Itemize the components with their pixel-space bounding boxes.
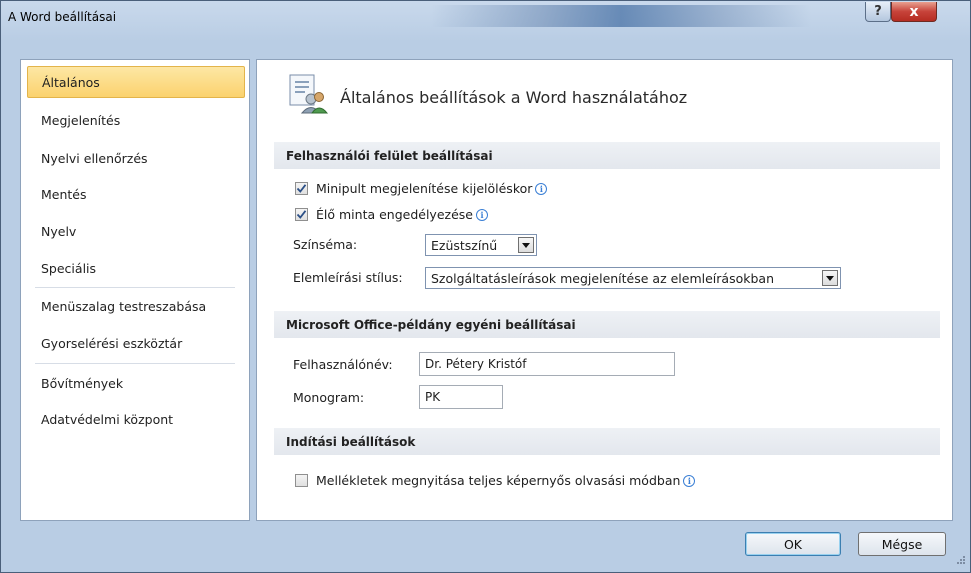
screentip-value: Szolgáltatásleírások megjelenítése az el… [431,270,774,286]
help-icon: ? [874,4,882,19]
livepreview-checkbox[interactable] [295,208,308,221]
general-settings-icon [287,73,329,118]
fullscreen-checkbox[interactable] [295,474,308,487]
minitoolbar-label: Minipult megjelenítése kijelöléskor [316,181,533,196]
sidebar-item-label: Megjelenítés [41,112,121,128]
category-sidebar: Általános Megjelenítés Nyelvi ellenőrzés… [20,59,250,521]
minitoolbar-checkbox[interactable] [295,182,308,195]
window-title: A Word beállításai [8,10,117,24]
sidebar-item-label: Mentés [41,186,87,202]
sidebar-item-label: Menüszalag testreszabása [41,298,207,314]
checkmark-icon [296,184,307,193]
livepreview-row: Élő minta engedélyezése i [295,207,488,222]
colorscheme-label: Színséma: [293,237,358,252]
sidebar-item-label: Nyelv [41,223,77,239]
info-icon: i [535,182,548,195]
sidebar-item-save[interactable]: Mentés [27,178,245,210]
sidebar-item-general[interactable]: Általános [27,66,245,98]
colorscheme-value: Ezüstszínű [431,237,498,253]
sidebar-divider [35,363,235,364]
sidebar-item-quick-access-toolbar[interactable]: Gyorselérési eszköztár [27,327,245,359]
sidebar-item-label: Bővítmények [41,375,124,391]
fullscreen-row: Mellékletek megnyitása teljes képernyős … [295,473,696,488]
options-dialog: A Word beállításai ? x Általános Megjele… [0,0,971,573]
section-header-office: Microsoft Office-példány egyéni beállítá… [274,311,940,338]
section-header-startup: Indítási beállítások [274,428,940,455]
section-header-ui: Felhasználói felület beállításai [274,142,940,169]
screentip-label: Elemleírási stílus: [293,270,403,285]
sidebar-item-label: Általános [42,74,100,90]
sidebar-item-add-ins[interactable]: Bővítmények [27,367,245,399]
sidebar-item-label: Speciális [41,260,97,276]
page-title: Általános beállítások a Word használatáh… [340,88,688,107]
fullscreen-label: Mellékletek megnyitása teljes képernyős … [316,473,681,488]
colorscheme-select[interactable]: Ezüstszínű [425,234,537,256]
resize-grip-icon[interactable] [956,554,966,568]
info-icon: i [475,208,488,221]
initials-input[interactable]: PK [419,385,503,409]
sidebar-item-language[interactable]: Nyelv [27,215,245,247]
username-label: Felhasználónév: [293,357,393,372]
screentip-select[interactable]: Szolgáltatásleírások megjelenítése az el… [425,267,841,289]
close-button[interactable]: x [891,2,937,22]
dropdown-arrow-icon[interactable] [822,270,838,286]
sidebar-item-proofing[interactable]: Nyelvi ellenőrzés [27,142,245,174]
title-bar[interactable]: A Word beállításai ? x [1,1,970,49]
sidebar-item-label: Adatvédelmi központ [41,411,174,427]
sidebar-divider [35,287,235,288]
username-input[interactable]: Dr. Pétery Kristóf [419,352,675,376]
dropdown-arrow-icon[interactable] [518,237,534,253]
initials-label: Monogram: [293,390,365,405]
sidebar-item-customize-ribbon[interactable]: Menüszalag testreszabása [27,290,245,322]
ok-button[interactable]: OK [745,532,841,556]
title-bar-decoration [431,5,811,27]
sidebar-item-label: Nyelvi ellenőrzés [41,150,148,166]
livepreview-label: Élő minta engedélyezése [316,207,473,222]
close-icon: x [909,3,919,20]
sidebar-item-display[interactable]: Megjelenítés [27,104,245,136]
sidebar-item-trust-center[interactable]: Adatvédelmi központ [27,403,245,435]
options-panel: Általános beállítások a Word használatáh… [256,59,953,521]
minitoolbar-row: Minipult megjelenítése kijelöléskor i [295,181,548,196]
cancel-button[interactable]: Mégse [858,532,946,556]
sidebar-item-advanced[interactable]: Speciális [27,252,245,284]
help-button[interactable]: ? [865,2,891,22]
checkmark-icon [296,210,307,219]
sidebar-item-label: Gyorselérési eszköztár [41,335,183,351]
info-icon: i [683,474,696,487]
